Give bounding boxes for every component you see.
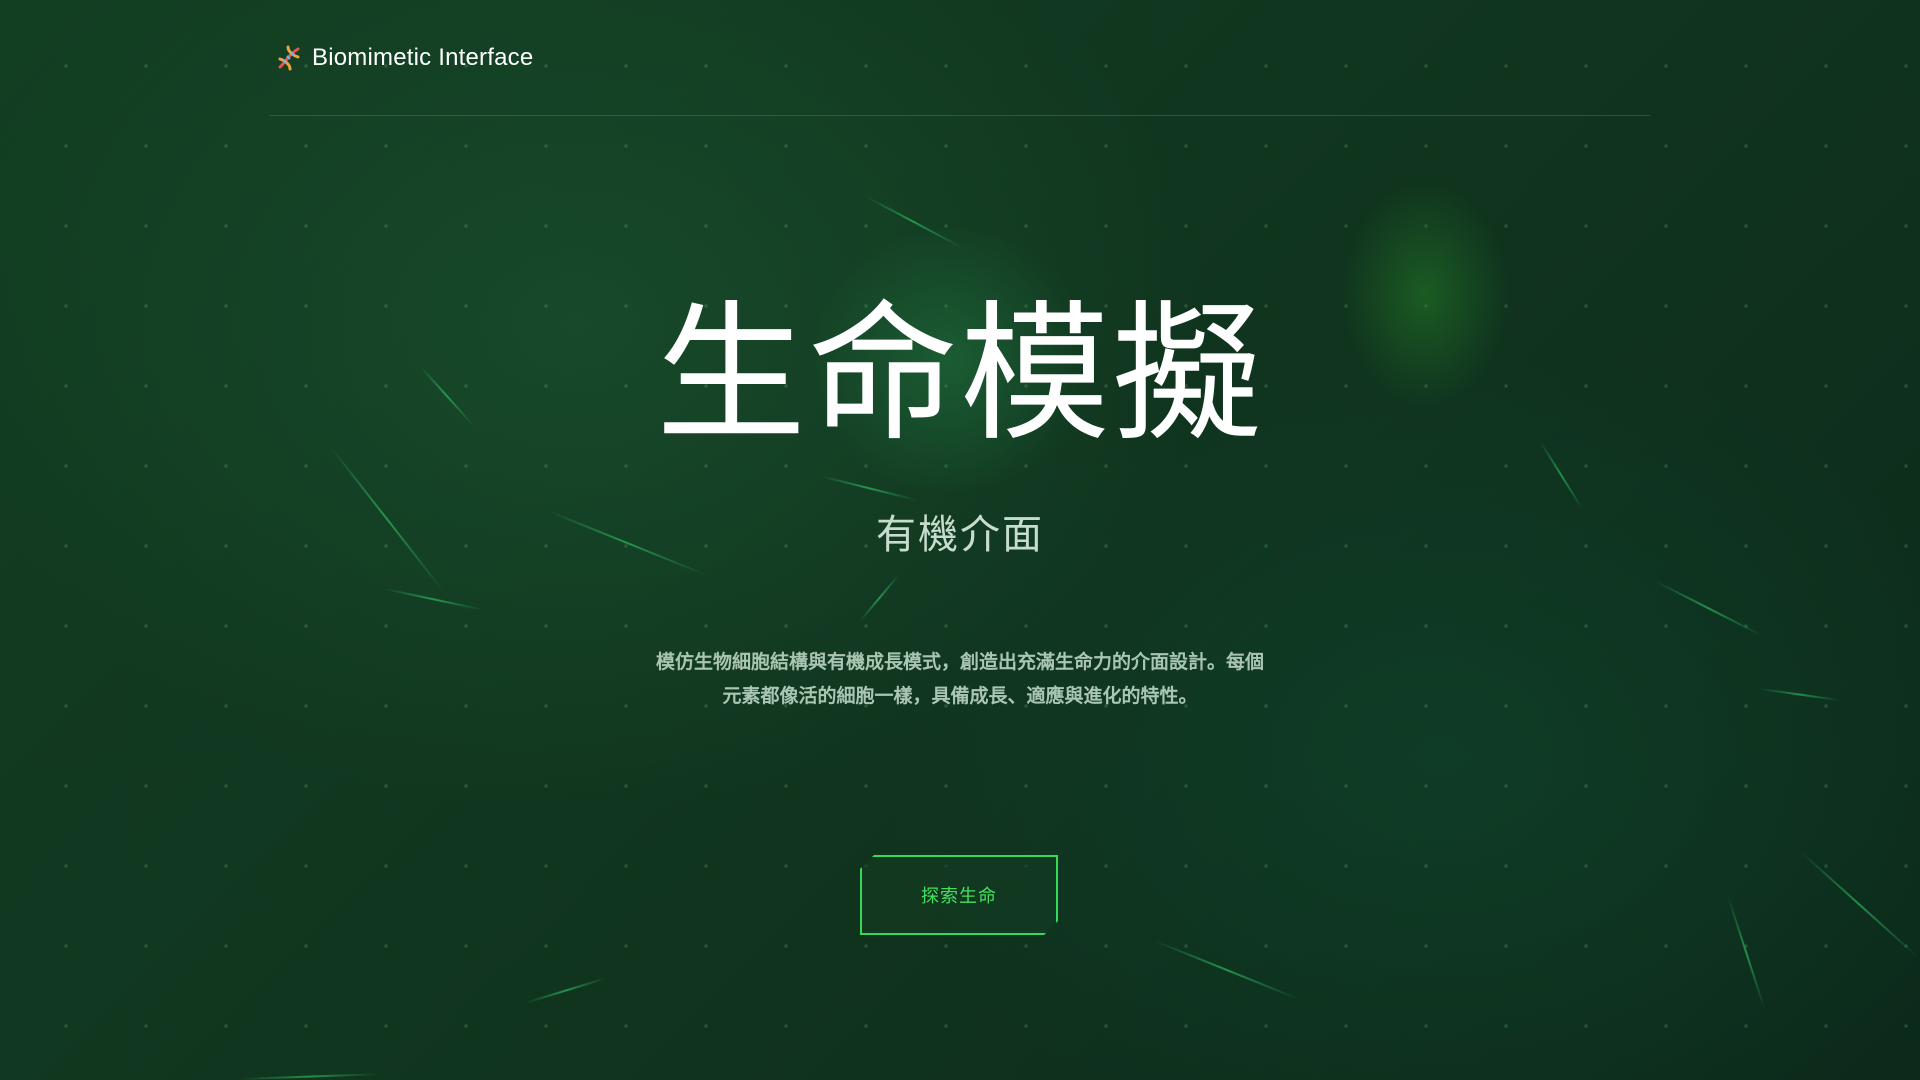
light-streak	[239, 1073, 380, 1080]
light-streak	[1799, 850, 1920, 959]
light-streak	[524, 977, 607, 1004]
top-header: Biomimetic Interface	[270, 30, 1650, 116]
light-streak	[864, 195, 963, 249]
brand-logo[interactable]: Biomimetic Interface	[276, 44, 533, 72]
hero-subtitle: 有機介面	[876, 512, 1044, 558]
hero-title: 生命模擬	[655, 288, 1264, 462]
light-streak	[384, 588, 483, 611]
light-streak	[819, 475, 918, 501]
light-streak	[1654, 580, 1763, 636]
light-streak	[1759, 688, 1840, 701]
hero-description: 模仿生物細胞結構與有機成長模式，創造出充滿生命力的介面設計。每個元素都像活的細胞…	[655, 651, 1264, 707]
dna-icon	[278, 45, 300, 71]
light-streak	[1727, 895, 1766, 1011]
light-streak	[1154, 940, 1299, 1000]
explore-life-button[interactable]: 探索生命	[860, 855, 1058, 935]
brand-name: Biomimetic Interface	[312, 44, 534, 71]
light-streak	[859, 574, 900, 622]
